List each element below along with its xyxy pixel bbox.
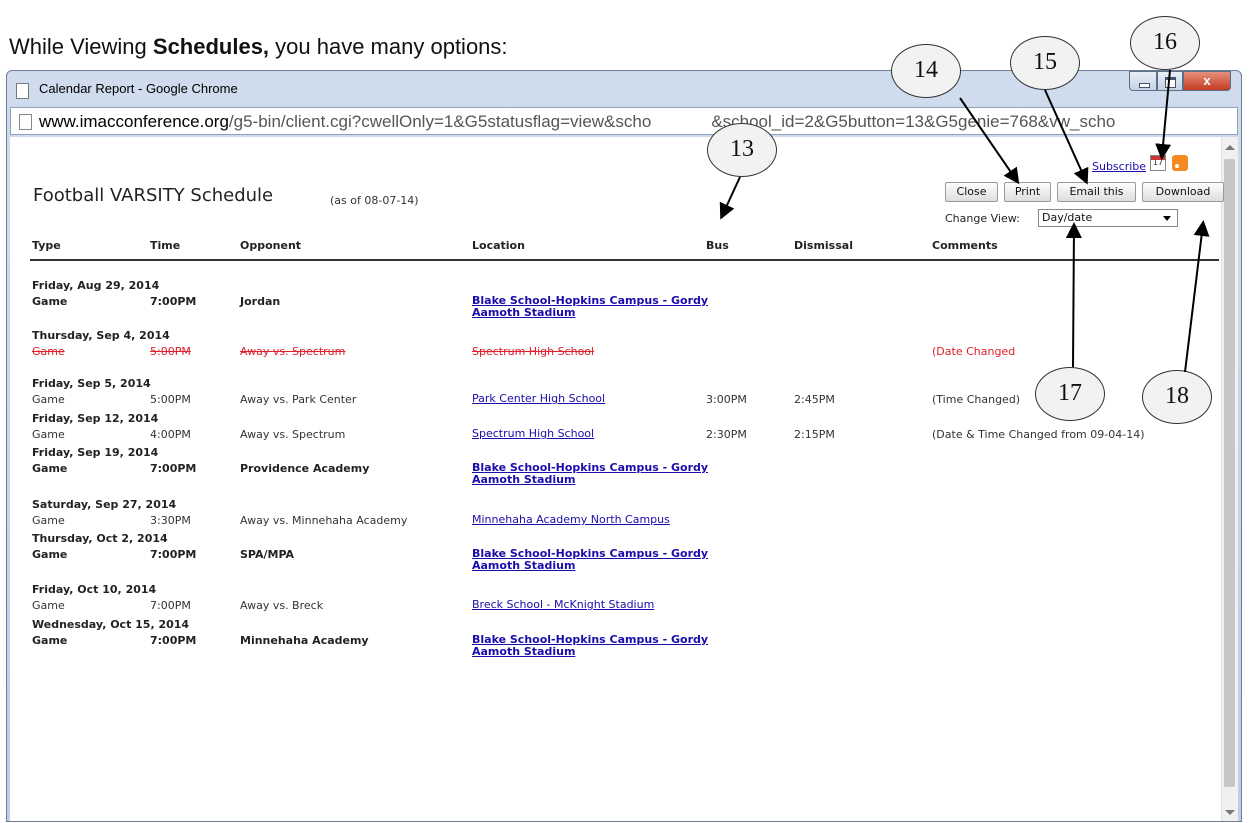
arrow-18	[1184, 220, 1210, 373]
arrow-17	[1065, 222, 1082, 368]
arrow-16	[1155, 69, 1172, 160]
callout-arrows	[719, 69, 1210, 373]
arrow-14	[959, 97, 1020, 185]
arrow-15	[1044, 89, 1089, 185]
arrow-13	[719, 176, 741, 220]
